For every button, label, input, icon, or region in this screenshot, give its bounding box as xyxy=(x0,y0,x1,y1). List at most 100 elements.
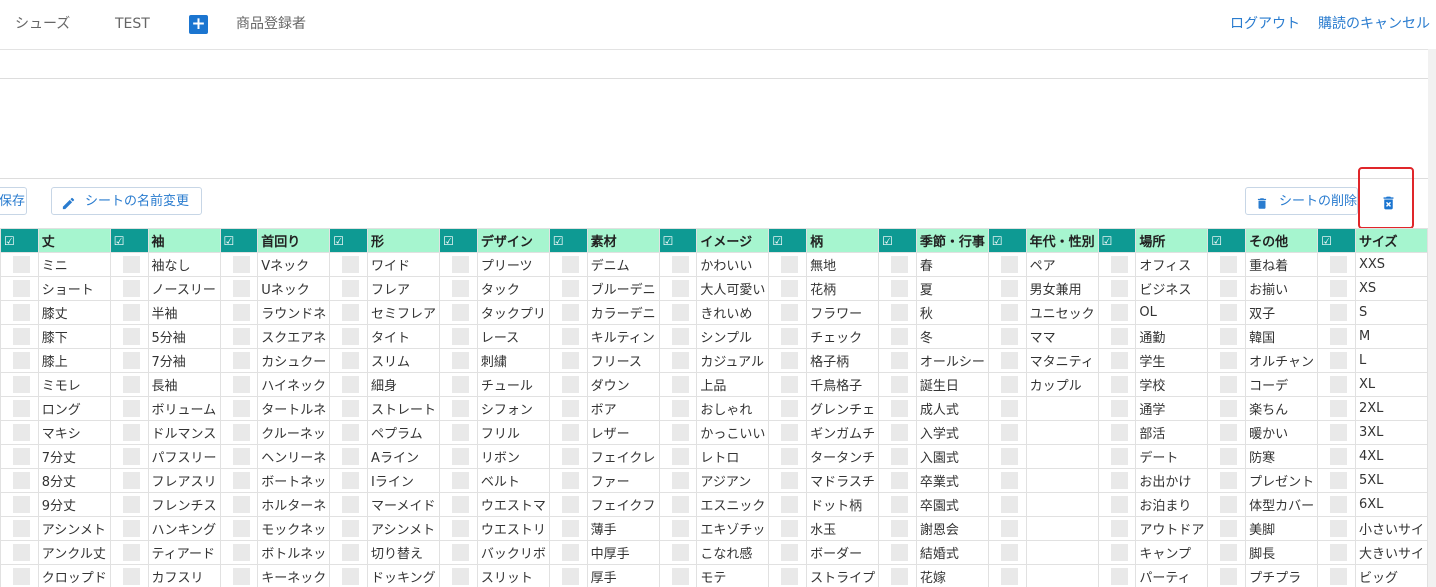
table-cell[interactable]: セミフレア xyxy=(367,300,441,325)
row-checkbox[interactable] xyxy=(878,276,917,301)
table-cell[interactable]: フリース xyxy=(586,348,660,373)
table-cell[interactable]: ボトルネッ xyxy=(257,540,331,565)
row-checkbox[interactable] xyxy=(658,444,698,469)
table-cell[interactable]: 7分袖 xyxy=(147,348,221,373)
row-checkbox[interactable] xyxy=(987,444,1027,469)
row-checkbox[interactable] xyxy=(1097,396,1137,421)
row-checkbox[interactable] xyxy=(329,276,369,301)
table-cell[interactable]: 膝丈 xyxy=(37,300,111,325)
row-checkbox[interactable] xyxy=(1097,516,1137,541)
row-checkbox[interactable] xyxy=(0,444,39,469)
table-cell[interactable]: ボア xyxy=(586,396,660,421)
column-header[interactable]: 丈 xyxy=(37,228,111,253)
table-cell[interactable]: お泊まり xyxy=(1135,492,1209,517)
table-cell[interactable]: アシンメト xyxy=(367,516,441,541)
table-cell[interactable]: カラーデニ xyxy=(586,300,660,325)
table-cell[interactable]: 大人可愛い xyxy=(696,276,770,301)
row-checkbox[interactable] xyxy=(1097,492,1137,517)
delete-forever-icon[interactable] xyxy=(1380,193,1397,217)
table-cell[interactable]: ギンガムチ xyxy=(806,420,880,445)
table-cell[interactable]: Aライン xyxy=(367,444,441,469)
table-cell[interactable]: 7分丈 xyxy=(37,444,111,469)
row-checkbox[interactable] xyxy=(1317,324,1356,349)
table-cell[interactable]: 千鳥格子 xyxy=(806,372,880,397)
table-cell[interactable]: マタニティ xyxy=(1025,348,1099,373)
column-select-checkbox[interactable]: ☑ xyxy=(439,228,478,253)
table-cell[interactable]: 9分丈 xyxy=(37,492,111,517)
table-cell[interactable]: パフスリー xyxy=(147,444,221,469)
table-cell[interactable]: レザー xyxy=(586,420,660,445)
row-checkbox[interactable] xyxy=(1207,324,1247,349)
row-checkbox[interactable] xyxy=(0,564,39,587)
row-checkbox[interactable] xyxy=(0,372,39,397)
table-cell[interactable]: フェイクレ xyxy=(586,444,660,469)
column-select-checkbox[interactable]: ☑ xyxy=(1097,228,1137,253)
table-cell[interactable]: 脚長 xyxy=(1245,540,1319,565)
row-checkbox[interactable] xyxy=(658,468,698,493)
table-cell[interactable]: ドット柄 xyxy=(806,492,880,517)
row-checkbox[interactable] xyxy=(987,396,1027,421)
save-button[interactable]: 保存 xyxy=(0,187,27,215)
nav-product-registrant[interactable]: 商品登録者 xyxy=(236,15,306,33)
column-header[interactable]: イメージ xyxy=(696,228,770,253)
row-checkbox[interactable] xyxy=(439,444,478,469)
row-checkbox[interactable] xyxy=(878,516,917,541)
row-checkbox[interactable] xyxy=(878,396,917,421)
table-cell[interactable]: タックプリ xyxy=(476,300,550,325)
row-checkbox[interactable] xyxy=(987,252,1027,277)
row-checkbox[interactable] xyxy=(439,372,478,397)
row-checkbox[interactable] xyxy=(439,492,478,517)
table-cell[interactable]: ウエストマ xyxy=(476,492,550,517)
table-cell[interactable]: 長袖 xyxy=(147,372,221,397)
row-checkbox[interactable] xyxy=(658,420,698,445)
row-checkbox[interactable] xyxy=(329,516,369,541)
table-cell[interactable]: 結婚式 xyxy=(915,540,989,565)
row-checkbox[interactable] xyxy=(987,420,1027,445)
column-header[interactable]: 素材 xyxy=(586,228,660,253)
table-cell[interactable]: 水玉 xyxy=(806,516,880,541)
table-cell[interactable]: チェック xyxy=(806,324,880,349)
table-cell[interactable]: パーティ xyxy=(1135,564,1209,587)
table-cell[interactable]: タイト xyxy=(367,324,441,349)
logout-link[interactable]: ログアウト xyxy=(1230,15,1300,33)
row-checkbox[interactable] xyxy=(878,372,917,397)
row-checkbox[interactable] xyxy=(987,372,1027,397)
table-cell[interactable]: 花嫁 xyxy=(915,564,989,587)
row-checkbox[interactable] xyxy=(1207,540,1247,565)
row-checkbox[interactable] xyxy=(548,420,588,445)
row-checkbox[interactable] xyxy=(0,276,39,301)
row-checkbox[interactable] xyxy=(219,252,259,277)
table-cell[interactable]: ヘンリーネ xyxy=(257,444,331,469)
row-checkbox[interactable] xyxy=(439,396,478,421)
row-checkbox[interactable] xyxy=(1317,372,1356,397)
row-checkbox[interactable] xyxy=(1207,396,1247,421)
column-select-checkbox[interactable]: ☑ xyxy=(219,228,259,253)
row-checkbox[interactable] xyxy=(1207,564,1247,587)
table-cell[interactable]: ティアード xyxy=(147,540,221,565)
row-checkbox[interactable] xyxy=(329,468,369,493)
row-checkbox[interactable] xyxy=(0,348,39,373)
row-checkbox[interactable] xyxy=(439,564,478,587)
table-cell[interactable]: ボートネッ xyxy=(257,468,331,493)
row-checkbox[interactable] xyxy=(1317,300,1356,325)
row-checkbox[interactable] xyxy=(0,468,39,493)
table-cell[interactable]: ユニセック xyxy=(1025,300,1099,325)
table-cell[interactable]: 卒業式 xyxy=(915,468,989,493)
table-cell[interactable]: カジュアル xyxy=(696,348,770,373)
row-checkbox[interactable] xyxy=(1317,420,1356,445)
table-cell[interactable]: キャンプ xyxy=(1135,540,1209,565)
table-cell[interactable] xyxy=(1025,420,1099,445)
table-cell[interactable] xyxy=(1025,396,1099,421)
vertical-scrollbar[interactable] xyxy=(1428,49,1436,587)
table-cell[interactable]: XXS xyxy=(1354,252,1428,277)
table-cell[interactable]: 通勤 xyxy=(1135,324,1209,349)
row-checkbox[interactable] xyxy=(1317,276,1356,301)
table-cell[interactable]: プリーツ xyxy=(476,252,550,277)
nav-test[interactable]: TEST xyxy=(115,15,150,33)
table-cell[interactable]: タータンチ xyxy=(806,444,880,469)
row-checkbox[interactable] xyxy=(0,300,39,325)
table-cell[interactable]: クルーネッ xyxy=(257,420,331,445)
table-cell[interactable]: ストライプ xyxy=(806,564,880,587)
row-checkbox[interactable] xyxy=(1097,252,1137,277)
table-cell[interactable]: お揃い xyxy=(1245,276,1319,301)
